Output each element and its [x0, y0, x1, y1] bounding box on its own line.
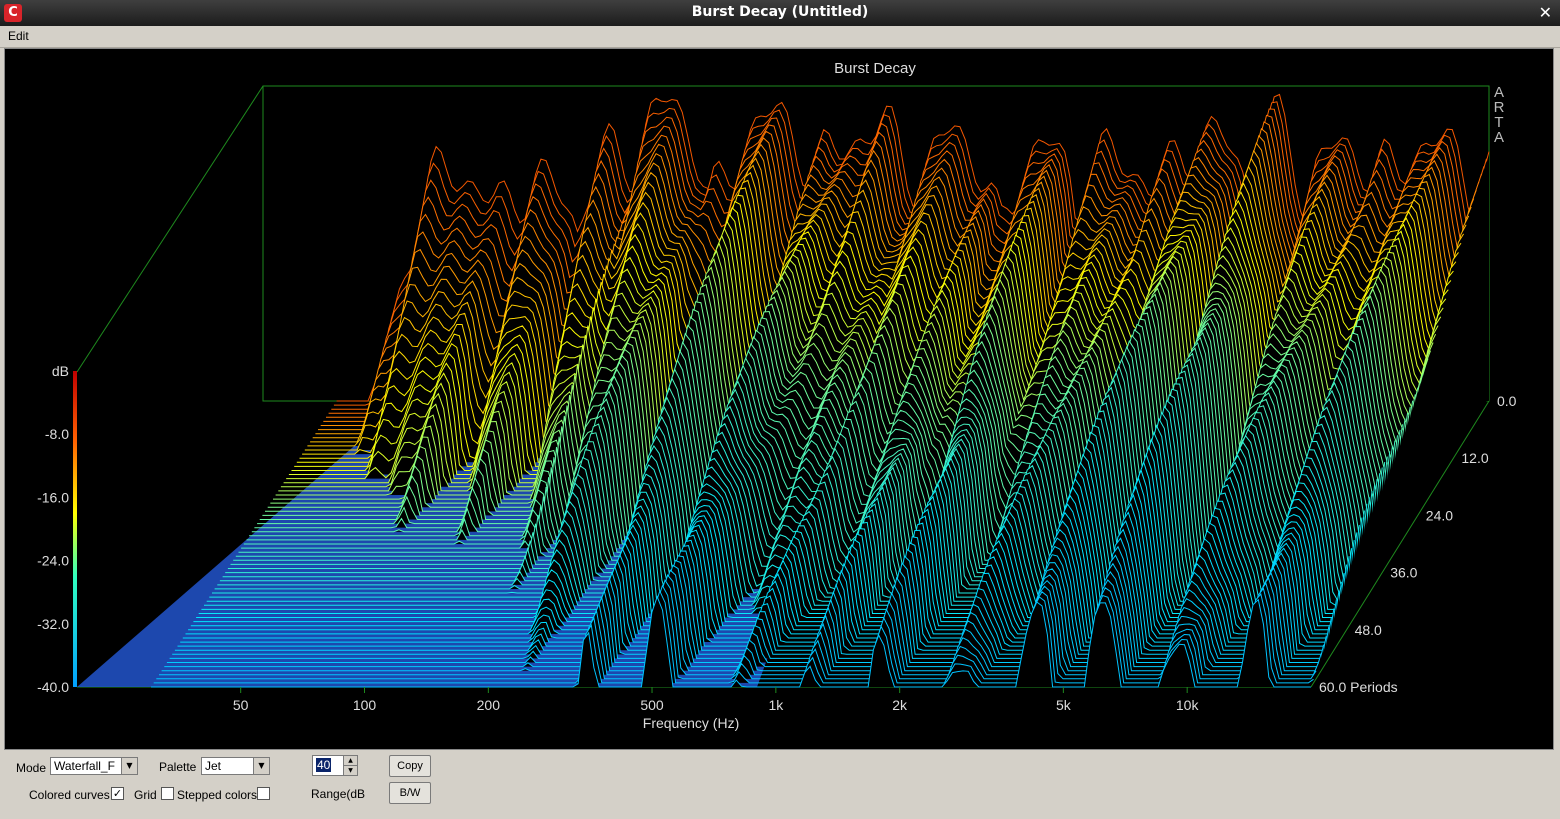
waterfall-chart: -8.0 -16.0 -24.0 -32.0 -40.0 50 100 200 500 1k 2k 5… — [37, 60, 1517, 731]
periods-tick-label: 0.0 — [1497, 393, 1517, 409]
colored-curves-checkbox[interactable]: ✓ — [111, 787, 124, 800]
stepped-colors-checkbox[interactable] — [257, 787, 270, 800]
db-tick-label: -16.0 — [37, 489, 69, 505]
spin-up-icon[interactable]: ▲ — [343, 756, 357, 765]
palette-select[interactable]: Jet ▼ — [201, 757, 270, 775]
freq-tick-label: 50 — [233, 697, 249, 713]
freq-tick-label: 200 — [477, 697, 501, 713]
db-tick-label: -8.0 — [45, 426, 69, 442]
range-label: Range(dB — [311, 787, 366, 801]
close-icon[interactable]: ✕ — [1539, 3, 1552, 23]
chart-title: Burst Decay — [834, 60, 916, 77]
copy-button[interactable]: Copy — [389, 755, 431, 777]
freq-tick-label: 5k — [1056, 697, 1072, 713]
db-axis-label: dB — [52, 363, 69, 379]
mode-label: Mode — [16, 761, 47, 775]
range-value[interactable]: 40 — [316, 758, 332, 772]
db-tick-label: -32.0 — [37, 616, 69, 632]
freq-tick-label: 2k — [892, 697, 908, 713]
burst-decay-plot[interactable]: -8.0 -16.0 -24.0 -32.0 -40.0 50 100 200 500 1k 2k 5… — [4, 48, 1554, 750]
menu-edit[interactable]: Edit — [8, 29, 29, 43]
freq-tick-label: 500 — [640, 697, 664, 713]
bw-button[interactable]: B/W — [389, 782, 431, 804]
freq-tick-label: 10k — [1176, 697, 1200, 713]
periods-tick-label: 24.0 — [1426, 507, 1453, 523]
palette-label: Palette — [159, 760, 197, 774]
grid-checkbox[interactable] — [161, 787, 174, 800]
periods-tick-label: 48.0 — [1355, 622, 1382, 638]
periods-tick-label: 36.0 — [1390, 565, 1417, 581]
palette-select-value: Jet — [205, 759, 222, 773]
chevron-down-icon[interactable]: ▼ — [253, 758, 269, 774]
window-title: Burst Decay (Untitled) — [691, 4, 869, 20]
grid-label: Grid — [134, 788, 157, 802]
periods-tick-label: 12.0 — [1461, 450, 1488, 466]
left-wall-edge — [76, 85, 264, 373]
db-color-bar — [73, 371, 77, 687]
x-axis-label: Frequency (Hz) — [643, 715, 739, 731]
arta-watermark: ARTA — [1494, 84, 1505, 146]
colored-curves-label: Colored curves — [29, 788, 110, 802]
freq-tick-label: 100 — [353, 697, 377, 713]
title-bar: C Burst Decay (Untitled) ✕ — [0, 0, 1560, 26]
chevron-down-icon[interactable]: ▼ — [121, 758, 137, 774]
freq-tick-label: 1k — [768, 697, 784, 713]
db-tick-label: -24.0 — [37, 553, 69, 569]
watermark-letter: A — [1494, 129, 1504, 146]
db-tick-label: -40.0 — [37, 679, 69, 695]
mode-select[interactable]: Waterfall_F ▼ — [50, 757, 138, 775]
stepped-colors-label: Stepped colors — [177, 788, 258, 802]
menu-bar: Edit — [0, 26, 1560, 48]
mode-select-value: Waterfall_F — [54, 759, 115, 773]
spin-down-icon[interactable]: ▼ — [343, 765, 357, 775]
periods-tick-label: 60.0 Periods — [1319, 679, 1398, 695]
range-spinner[interactable]: 40 ▲ ▼ — [312, 755, 358, 776]
